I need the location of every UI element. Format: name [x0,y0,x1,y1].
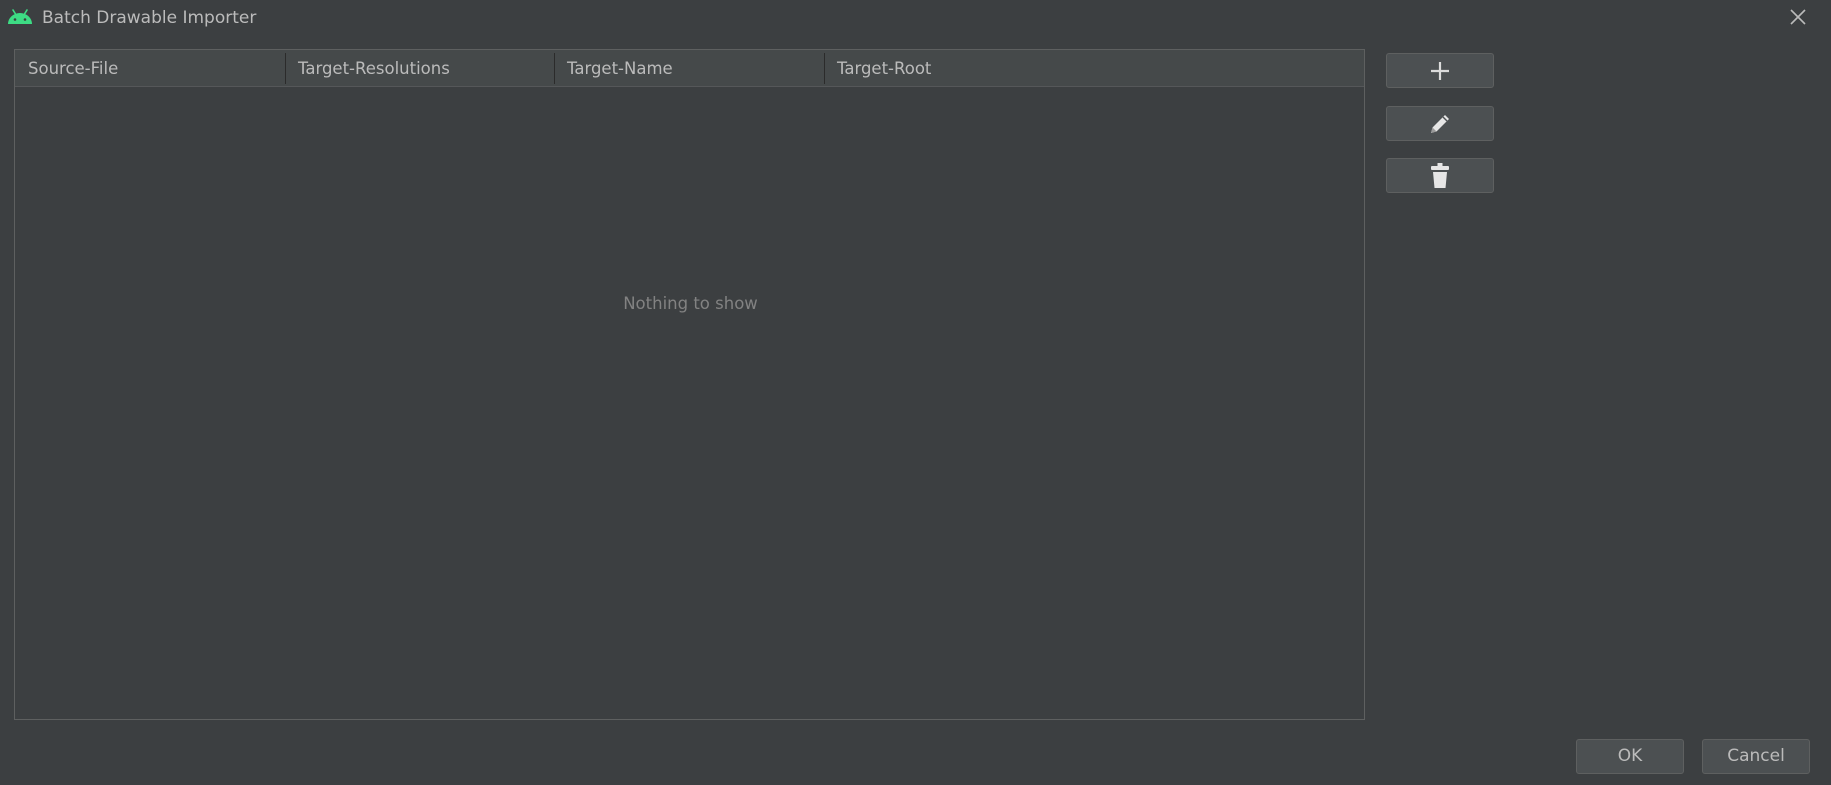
empty-table-message: Nothing to show [623,294,758,313]
edit-button[interactable] [1386,106,1494,141]
android-icon [8,9,32,24]
close-button[interactable] [1784,4,1812,30]
add-button[interactable] [1386,53,1494,88]
cancel-button[interactable]: Cancel [1702,739,1810,774]
table-header: Source-File Target-Resolutions Target-Na… [15,50,1364,87]
window-title: Batch Drawable Importer [42,8,257,28]
trash-icon [1431,162,1449,188]
ok-button[interactable]: OK [1576,739,1684,774]
delete-button[interactable] [1386,158,1494,193]
column-header-target-root[interactable]: Target-Root [824,50,1364,86]
column-header-target-name[interactable]: Target-Name [554,50,823,86]
column-header-source-file[interactable]: Source-File [15,50,285,86]
close-icon [1790,9,1806,25]
title-bar: Batch Drawable Importer [0,0,1831,40]
plus-icon [1431,61,1449,80]
pencil-icon [1431,114,1449,133]
column-header-target-resolutions[interactable]: Target-Resolutions [285,50,554,86]
drawables-table[interactable]: Source-File Target-Resolutions Target-Na… [14,49,1365,720]
